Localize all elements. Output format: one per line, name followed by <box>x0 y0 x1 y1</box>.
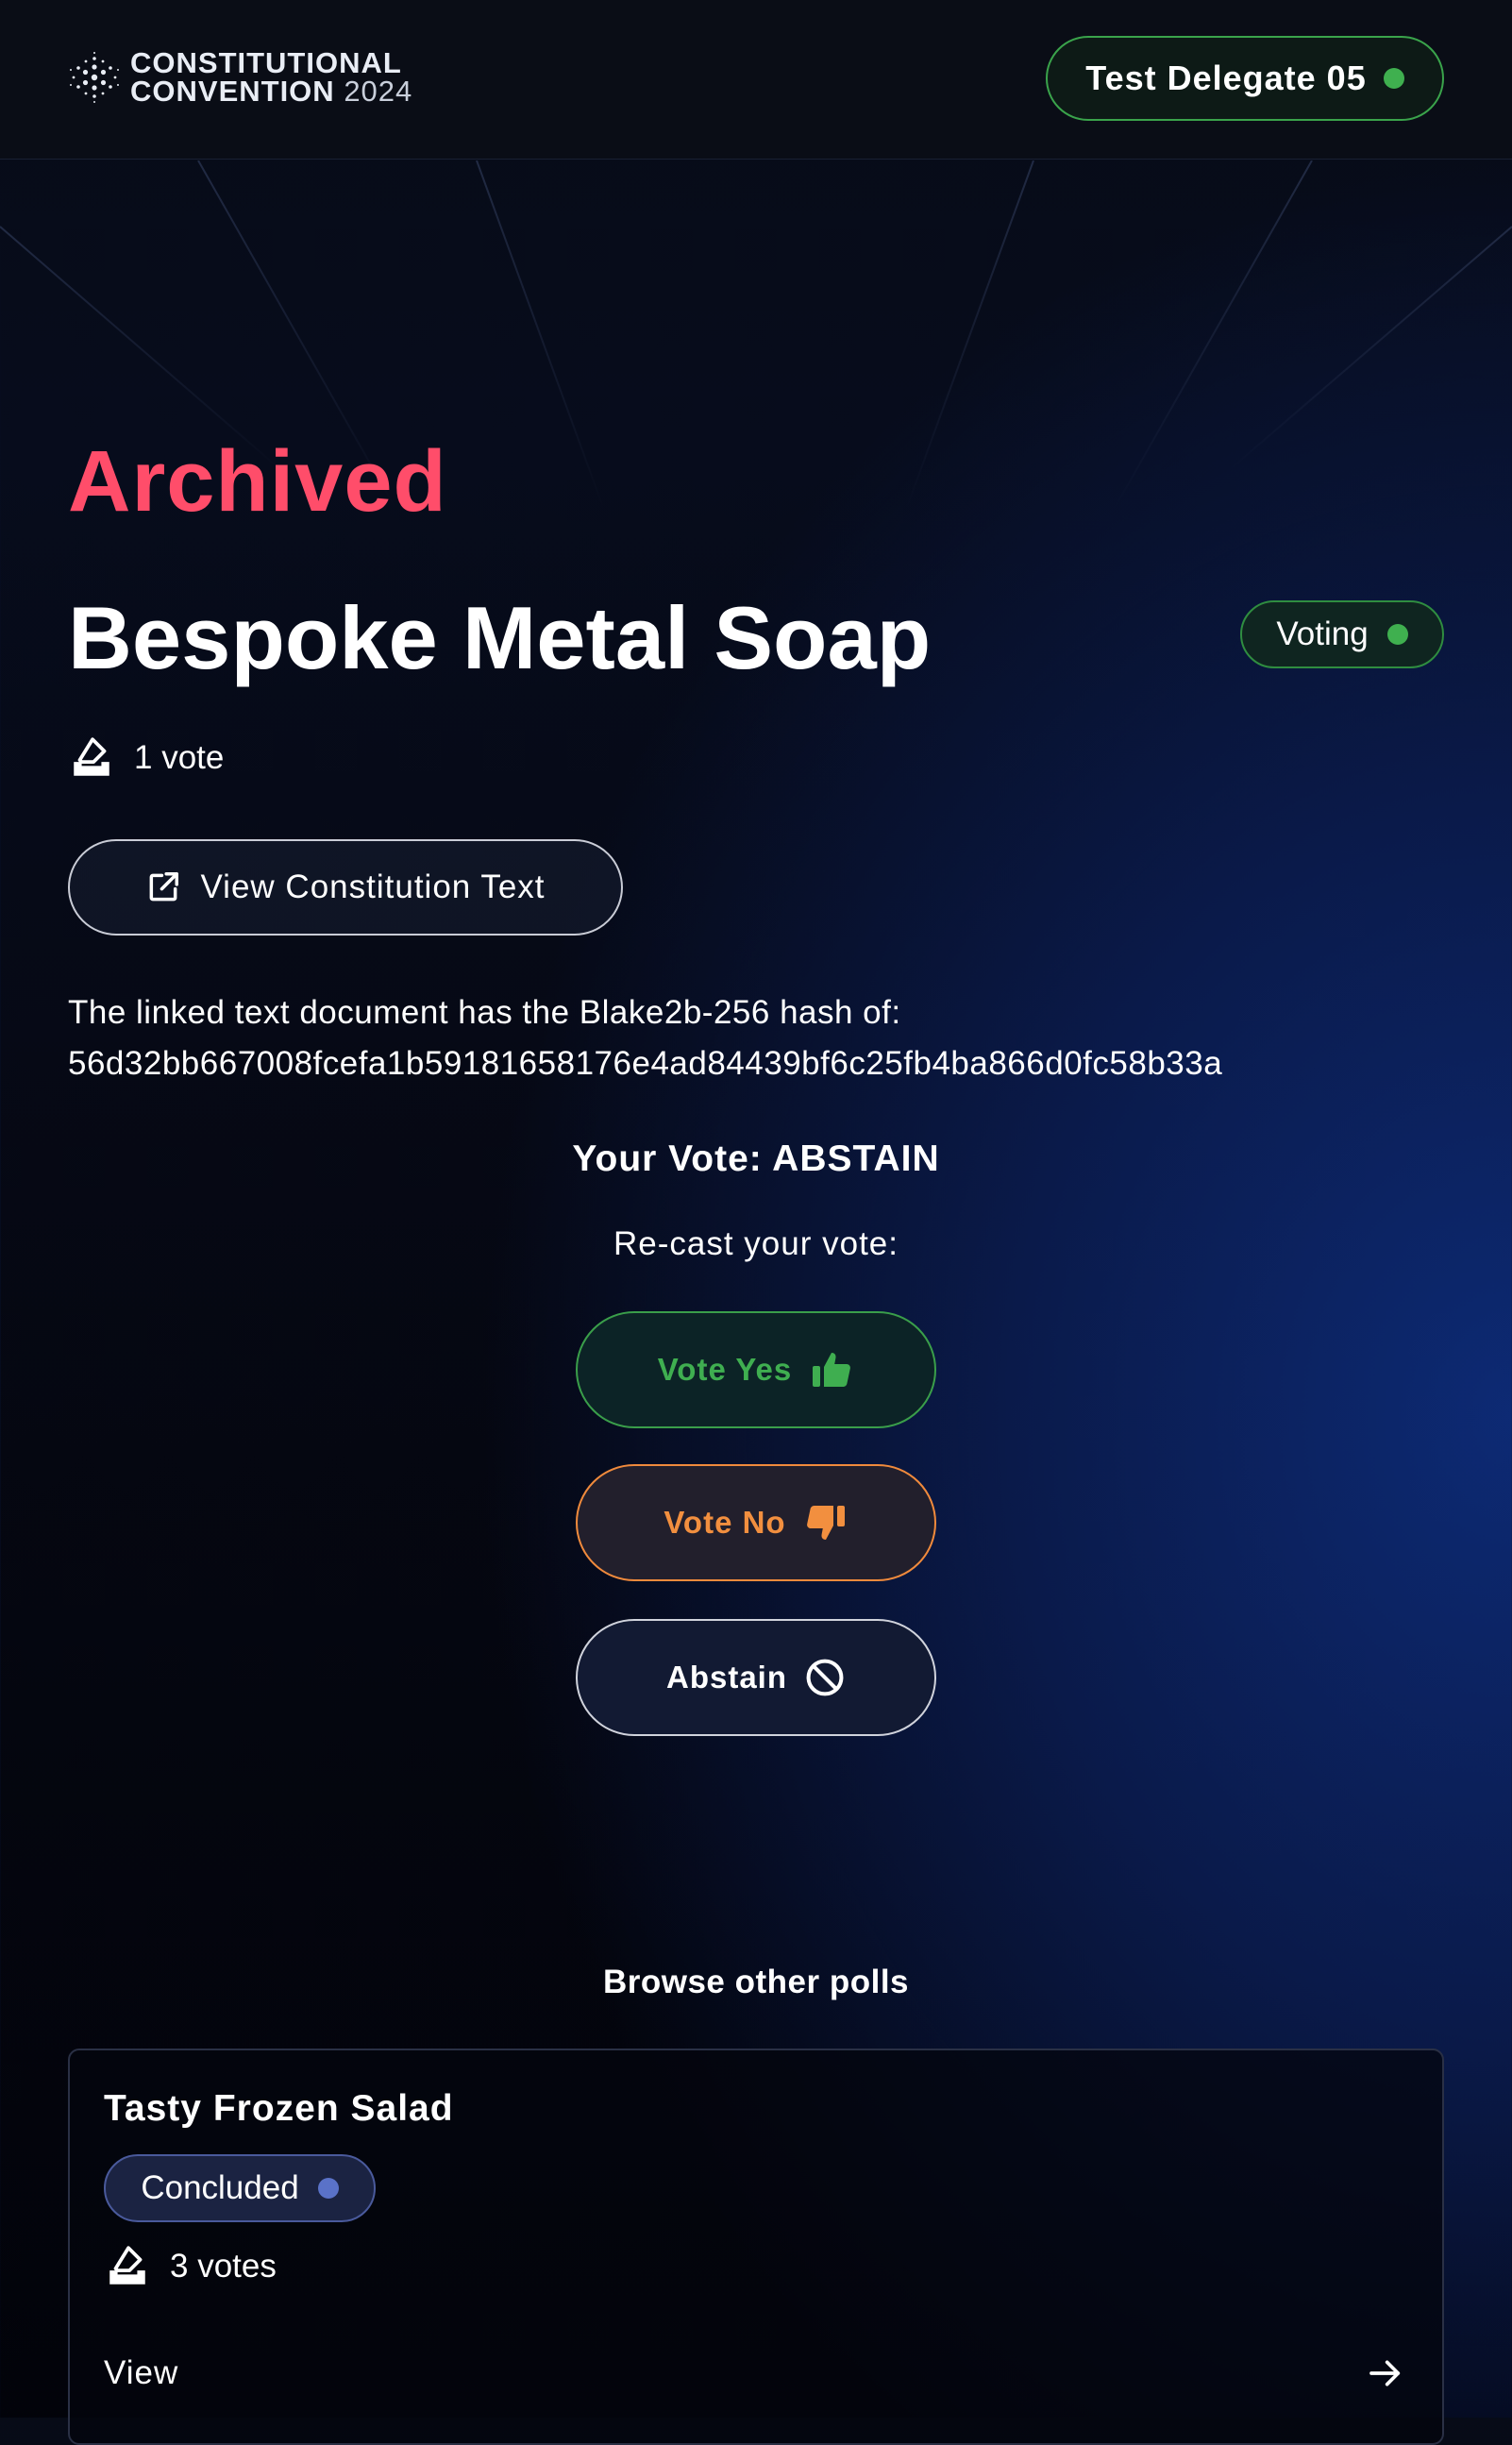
hash-value: 56d32bb667008fcefa1b59181658176e4ad84439… <box>68 1045 1223 1082</box>
view-constitution-button[interactable]: View Constitution Text <box>68 839 623 936</box>
ballot-box-icon <box>109 2246 145 2285</box>
arrow-right-icon[interactable] <box>1367 2354 1404 2392</box>
voting-status-dot <box>1386 624 1408 645</box>
hash-label: The linked text document has the Blake2b… <box>68 994 901 1031</box>
view-constitution-label: View Constitution Text <box>200 868 546 905</box>
your-vote-status: Your Vote: ABSTAIN <box>0 1138 1512 1180</box>
vote-count: 1 vote <box>68 734 224 782</box>
vote-no-label: Vote No <box>664 1505 786 1540</box>
poll-status-heading: Archived <box>68 433 447 530</box>
ballot-box-icon <box>74 737 109 776</box>
concluded-status-dot <box>317 2178 339 2199</box>
poll-card-view-link[interactable]: View <box>104 2354 178 2392</box>
logo[interactable]: CONSTITUTIONAL CONVENTION 2024 <box>68 46 413 108</box>
logo-year: 2024 <box>344 75 413 108</box>
poll-title: Bespoke Metal Soap <box>68 588 932 687</box>
logo-line-2: CONVENTION 2024 <box>130 75 413 108</box>
concluded-status-label: Concluded <box>141 2169 299 2206</box>
abstain-button[interactable]: Abstain <box>576 1619 936 1736</box>
logo-line-1: CONSTITUTIONAL <box>130 46 402 79</box>
your-vote-value: ABSTAIN <box>772 1138 940 1179</box>
connected-status-dot <box>1383 68 1404 89</box>
vote-yes-label: Vote Yes <box>657 1352 793 1387</box>
logo-text: CONSTITUTIONAL CONVENTION 2024 <box>130 46 413 108</box>
browse-polls-heading: Browse other polls <box>602 1964 910 2000</box>
vote-count-label: 1 vote <box>134 739 225 776</box>
voting-status-label: Voting <box>1276 615 1369 652</box>
cardano-logo-icon <box>70 52 119 103</box>
prohibited-icon <box>806 1659 844 1696</box>
voting-status-badge: Voting <box>1240 600 1444 668</box>
thumbs-up-icon <box>813 1353 851 1387</box>
delegate-account-button[interactable]: Test Delegate 05 <box>1046 36 1444 121</box>
delegate-name: Test Delegate 05 <box>1085 59 1367 97</box>
poll-card-vote-count: 3 votes <box>104 2243 277 2290</box>
top-header: CONSTITUTIONAL CONVENTION 2024 Test Dele… <box>0 0 1512 160</box>
external-link-icon <box>150 872 179 902</box>
concluded-status-badge: Concluded <box>104 2154 376 2222</box>
vote-yes-button[interactable]: Vote Yes <box>576 1311 936 1428</box>
logo-line-2-word: CONVENTION <box>130 75 335 108</box>
vote-no-button[interactable]: Vote No <box>576 1464 936 1581</box>
your-vote-label: Your Vote: <box>572 1138 763 1179</box>
poll-card[interactable]: Tasty Frozen Salad Concluded 3 votes Vie… <box>68 2049 1444 2445</box>
thumbs-down-icon <box>806 1506 845 1540</box>
poll-card-title: Tasty Frozen Salad <box>104 2088 454 2129</box>
recast-vote-label: Re-cast your vote: <box>613 1225 899 1262</box>
poll-card-vote-count-label: 3 votes <box>170 2248 277 2285</box>
abstain-label: Abstain <box>665 1660 787 1695</box>
document-hash-info: The linked text document has the Blake2b… <box>68 987 1222 1089</box>
